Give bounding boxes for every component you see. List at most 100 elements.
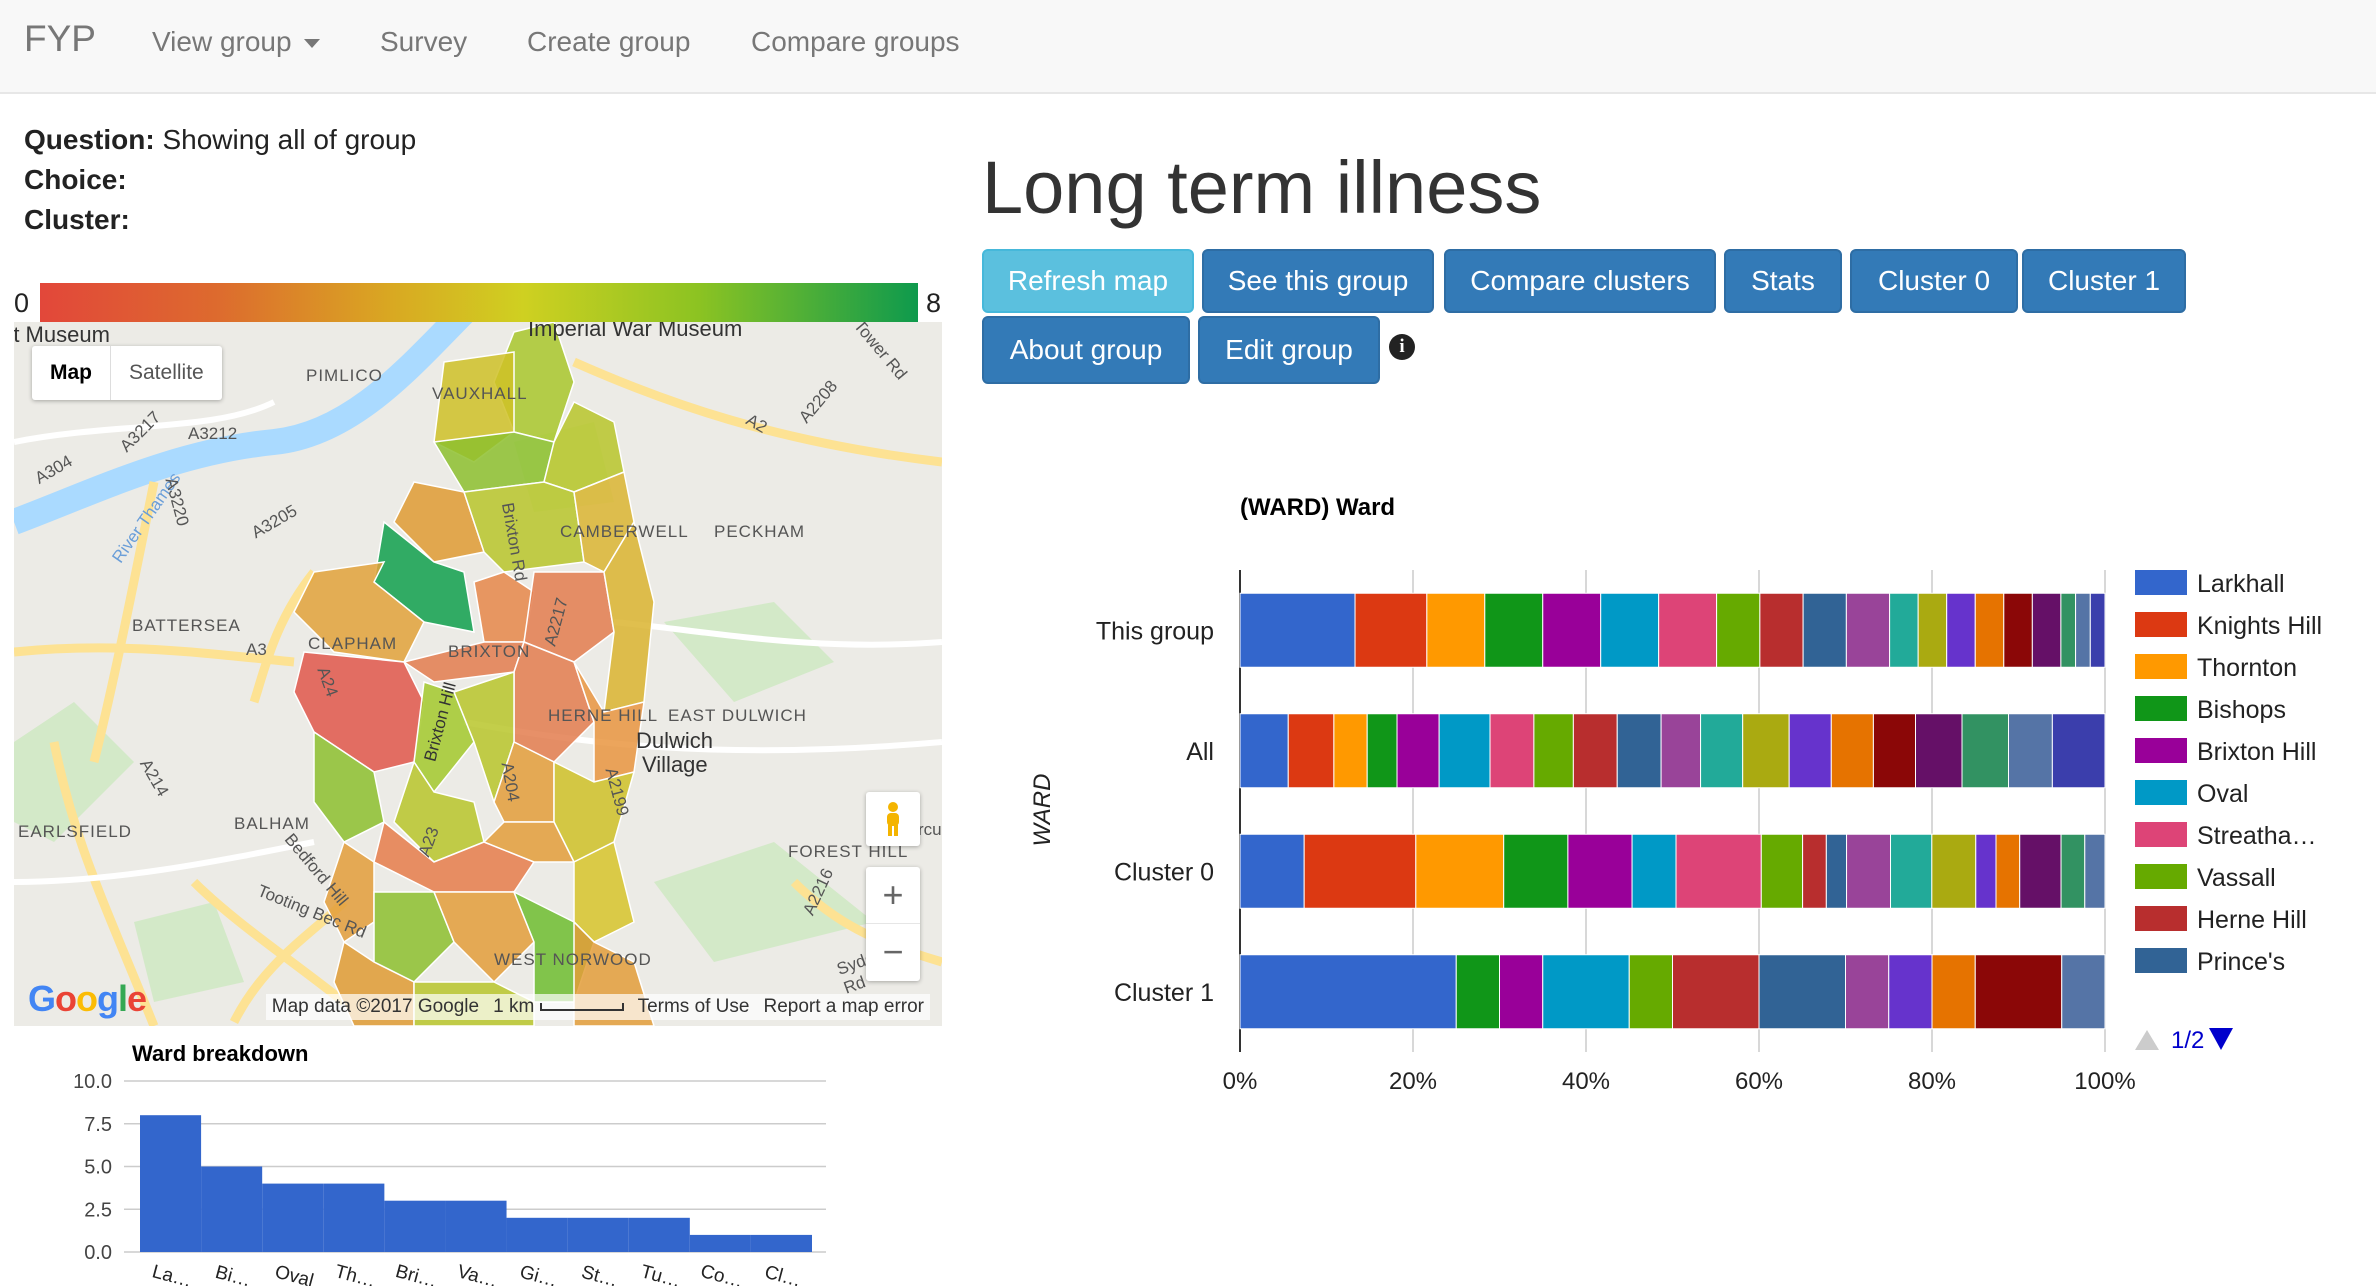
ward-chart-bar bbox=[689, 1234, 751, 1252]
ward-chart-bar bbox=[140, 1115, 202, 1252]
map-label-balham: BALHAM bbox=[234, 814, 310, 833]
stacked-chart-segment bbox=[1287, 713, 1335, 789]
ward-chart-xtick: Co… bbox=[698, 1261, 745, 1286]
map-label-herne-hill: HERNE HILL bbox=[548, 706, 659, 725]
stacked-chart-segment bbox=[1825, 833, 1848, 909]
ward-chart-bar bbox=[323, 1183, 385, 1252]
legend-swatch bbox=[2135, 948, 2187, 973]
stacked-chart-segment bbox=[1658, 592, 1718, 668]
map-scale: 1 km bbox=[493, 996, 624, 1018]
refresh-map-button[interactable]: Refresh map bbox=[982, 249, 1194, 313]
nav-view-group[interactable]: View group bbox=[152, 26, 320, 58]
stacked-chart-segment bbox=[1846, 833, 1892, 909]
see-this-group-button[interactable]: See this group bbox=[1202, 249, 1434, 313]
stacked-chart-segment bbox=[1542, 954, 1630, 1030]
ward-chart-ytick: 2.5 bbox=[84, 1199, 112, 1221]
ward-chart-xtick: La… bbox=[150, 1261, 194, 1286]
map-label-a3212: A3212 bbox=[188, 424, 238, 443]
stacked-chart-segment bbox=[1455, 954, 1500, 1030]
ward-chart-title: Ward breakdown bbox=[132, 1041, 308, 1066]
stacked-chart-segment bbox=[2089, 592, 2106, 668]
stacked-chart-segment bbox=[2019, 833, 2062, 909]
map-scale-label: 1 km bbox=[493, 996, 535, 1017]
report-map-error-link[interactable]: Report a map error bbox=[763, 996, 924, 1018]
map-attribution: Map data ©2017 Google 1 km Terms of Use … bbox=[265, 994, 930, 1020]
ward-chart-ytick: 5.0 bbox=[84, 1157, 112, 1179]
map-type-satellite-button[interactable]: Satellite bbox=[110, 346, 222, 400]
map-label-rcu: rcu bbox=[918, 820, 942, 839]
stacked-chart-segment bbox=[1845, 954, 1890, 1030]
stacked-chart-xtick: 40% bbox=[1562, 1068, 1610, 1095]
stats-button[interactable]: Stats bbox=[1724, 249, 1842, 313]
stacked-chart-segment bbox=[1915, 713, 1963, 789]
stacked-chart-segment bbox=[2031, 592, 2062, 668]
map-label-imperial-war-museum: Imperial War Museum bbox=[528, 322, 743, 341]
legend-swatch bbox=[2135, 696, 2187, 721]
nav-create-group[interactable]: Create group bbox=[527, 26, 690, 58]
choice-label: Choice: bbox=[24, 164, 127, 195]
ward-chart-bar bbox=[506, 1217, 568, 1252]
stacked-chart-segment bbox=[1628, 954, 1673, 1030]
stacked-chart-xtick: 60% bbox=[1735, 1068, 1783, 1095]
stacked-chart-segment bbox=[1239, 833, 1305, 909]
edit-group-button[interactable]: Edit group bbox=[1198, 316, 1380, 384]
about-group-button[interactable]: About group bbox=[982, 316, 1190, 384]
stacked-chart-xtick: 20% bbox=[1389, 1068, 1437, 1095]
stacked-chart-segment bbox=[1788, 713, 1832, 789]
stacked-chart-category: All bbox=[1186, 738, 1214, 766]
legend-label: Thornton bbox=[2197, 654, 2297, 682]
stacked-chart-segment bbox=[1572, 713, 1618, 789]
cluster-line: Cluster: bbox=[24, 204, 130, 236]
pager-prev-icon[interactable] bbox=[2135, 1030, 2159, 1050]
stacked-chart-segment bbox=[1975, 833, 1997, 909]
nav-compare-groups[interactable]: Compare groups bbox=[751, 26, 960, 58]
legend-swatch bbox=[2135, 612, 2187, 637]
legend-swatch bbox=[2135, 570, 2187, 595]
stacked-chart-segment bbox=[2060, 833, 2086, 909]
zoom-in-button[interactable]: + bbox=[866, 867, 920, 924]
stacked-chart-segment bbox=[1354, 592, 1428, 668]
legend-swatch bbox=[2135, 780, 2187, 805]
stacked-chart-segment bbox=[1567, 833, 1633, 909]
map-label-museum: rt Museum bbox=[14, 322, 110, 347]
info-icon[interactable]: i bbox=[1389, 334, 1415, 360]
question-value: Showing all of group bbox=[162, 124, 417, 155]
stacked-chart-segment bbox=[2061, 954, 2106, 1030]
map-label-brixton: BRIXTON bbox=[448, 642, 531, 661]
ward-breakdown-chart: Ward breakdown 10.0 7.5 5.0 2.5 0.0 La… Bi… Oval… bbox=[73, 1041, 826, 1286]
stacked-chart-segment bbox=[1888, 954, 1933, 1030]
stacked-chart-segment bbox=[1303, 833, 1417, 909]
stacked-chart-xtick: 0% bbox=[1223, 1068, 1258, 1095]
stacked-chart-segment bbox=[1802, 592, 1847, 668]
stacked-chart-segment bbox=[1802, 833, 1827, 909]
compare-clusters-button[interactable]: Compare clusters bbox=[1444, 249, 1716, 313]
nav-survey[interactable]: Survey bbox=[380, 26, 467, 58]
map-label-battersea: BATTERSEA bbox=[132, 616, 241, 635]
nav-view-group-label: View group bbox=[152, 26, 292, 57]
stacked-chart-segment bbox=[1333, 713, 1368, 789]
map-data-credit: Map data ©2017 Google bbox=[271, 996, 480, 1017]
ward-map[interactable]: rt Museum Imperial War Museum PIMLICO VA… bbox=[14, 322, 942, 1026]
stacked-chart-segment bbox=[1503, 833, 1569, 909]
map-label-vauxhall: VAUXHALL bbox=[432, 384, 528, 403]
stacked-chart-segment bbox=[1760, 833, 1804, 909]
stacked-chart-segment bbox=[1889, 592, 1919, 668]
zoom-out-button[interactable]: − bbox=[866, 924, 920, 980]
stacked-chart-segment bbox=[1995, 833, 2021, 909]
ward-chart-bar bbox=[201, 1166, 263, 1252]
ward-chart-ytick: 0.0 bbox=[84, 1242, 112, 1264]
stacked-chart-segment bbox=[1631, 833, 1677, 909]
stacked-chart-yaxis-label: WARD bbox=[1029, 774, 1056, 847]
ward-chart-ytick: 10.0 bbox=[73, 1071, 112, 1093]
ward-chart-xtick: Oval bbox=[273, 1261, 316, 1286]
stacked-chart-xtick: 100% bbox=[2074, 1068, 2135, 1095]
brand-link[interactable]: FYP bbox=[24, 18, 96, 60]
cluster-0-button[interactable]: Cluster 0 bbox=[1850, 249, 2018, 313]
map-label-village: Village bbox=[642, 752, 708, 777]
terms-link[interactable]: Terms of Use bbox=[638, 996, 750, 1018]
cluster-label: Cluster: bbox=[24, 204, 130, 235]
street-view-pegman[interactable] bbox=[866, 792, 920, 846]
map-type-map-button[interactable]: Map bbox=[32, 346, 110, 400]
cluster-1-button[interactable]: Cluster 1 bbox=[2022, 249, 2186, 313]
pager-next-icon[interactable] bbox=[2209, 1028, 2233, 1050]
